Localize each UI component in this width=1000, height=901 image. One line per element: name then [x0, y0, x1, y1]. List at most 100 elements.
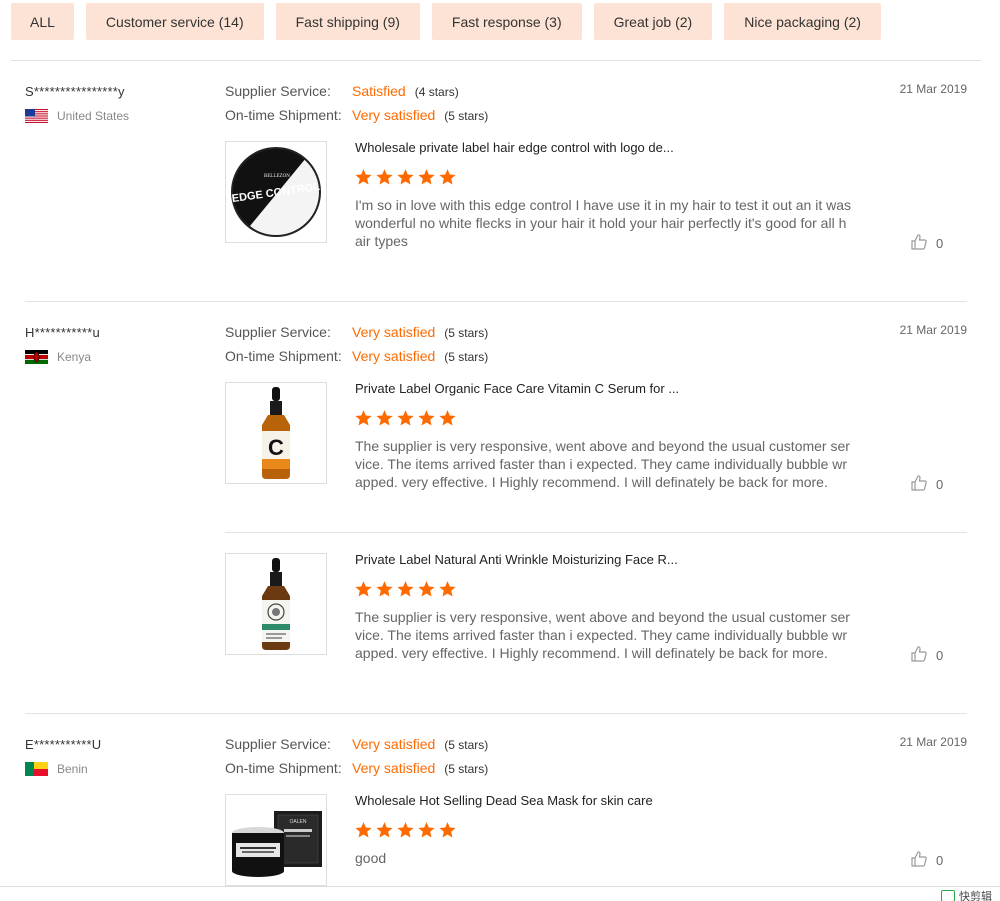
like-button[interactable]: 0	[910, 474, 943, 495]
supplier-service-stars: (5 stars)	[444, 738, 489, 752]
divider	[11, 60, 981, 61]
shipment-label: On-time Shipment:	[225, 107, 342, 123]
reviewer-country: Benin	[25, 762, 88, 776]
country-label: United States	[57, 109, 130, 123]
filter-chip-great-job[interactable]: Great job (2)	[593, 3, 713, 40]
star-icon	[355, 822, 372, 838]
like-count: 0	[936, 648, 944, 663]
like-count: 0	[936, 477, 944, 492]
supplier-service-row: Supplier Service: Very satisfied (5 star…	[225, 736, 488, 752]
star-icon	[439, 410, 456, 426]
divider	[25, 301, 967, 302]
reviewer-country: United States	[25, 109, 129, 123]
star-icon	[439, 581, 456, 597]
star-icon	[397, 822, 414, 838]
shipment-stars: (5 stars)	[444, 109, 489, 123]
review-date: 21 Mar 2019	[899, 82, 967, 96]
star-icon	[439, 822, 456, 838]
shipment-row: On-time Shipment: Very satisfied (5 star…	[225, 348, 488, 364]
review-date: 21 Mar 2019	[899, 323, 967, 337]
product-title[interactable]: Private Label Natural Anti Wrinkle Moist…	[355, 552, 678, 567]
like-button[interactable]: 0	[910, 850, 943, 871]
star-icon	[355, 169, 372, 185]
review-text: The supplier is very responsive, went ab…	[355, 438, 850, 490]
supplier-service-value: Very satisfied	[352, 736, 436, 752]
star-icon	[355, 410, 372, 426]
filter-chip-customer-service[interactable]: Customer service (14)	[85, 3, 264, 40]
anti-wrinkle-serum-bottle-image	[262, 558, 290, 650]
vitamin-c-serum-bottle-image: C	[262, 387, 290, 479]
rating-stars	[354, 580, 457, 598]
star-icon	[418, 169, 435, 185]
watermark-text: 快剪辑	[959, 891, 992, 901]
review-text: good	[355, 850, 387, 866]
reviewer-name: H***********u	[25, 325, 100, 340]
country-label: Benin	[57, 762, 88, 776]
shipment-value: Very satisfied	[352, 760, 436, 776]
product-thumbnail[interactable]: C	[225, 382, 327, 484]
star-icon	[418, 581, 435, 597]
supplier-service-stars: (5 stars)	[444, 326, 489, 340]
star-icon	[439, 169, 456, 185]
watermark: 快剪辑	[941, 888, 992, 901]
star-icon	[397, 581, 414, 597]
benin-flag-icon	[25, 762, 48, 776]
shipment-row: On-time Shipment: Very satisfied (5 star…	[225, 760, 488, 776]
shipment-label: On-time Shipment:	[225, 760, 342, 776]
brand-text: BELLEZON	[264, 174, 290, 179]
supplier-service-value: Satisfied	[352, 83, 406, 99]
reviewer-name: S****************y	[25, 84, 125, 99]
like-button[interactable]: 0	[910, 233, 943, 254]
star-icon	[418, 410, 435, 426]
review-text: The supplier is very responsive, went ab…	[355, 609, 850, 661]
product-thumbnail[interactable]	[225, 553, 327, 655]
shipment-label: On-time Shipment:	[225, 348, 342, 364]
like-button[interactable]: 0	[910, 645, 943, 666]
product-title[interactable]: Wholesale Hot Selling Dead Sea Mask for …	[355, 793, 653, 808]
filter-chip-nice-packaging[interactable]: Nice packaging (2)	[724, 3, 881, 40]
supplier-service-label: Supplier Service:	[225, 736, 331, 752]
star-icon	[376, 822, 393, 838]
like-count: 0	[936, 236, 944, 251]
divider	[225, 532, 967, 533]
shipment-value: Very satisfied	[352, 348, 436, 364]
thumbs-up-icon	[910, 850, 928, 871]
thumbs-up-icon	[910, 645, 928, 666]
divider	[25, 713, 967, 714]
shipment-stars: (5 stars)	[444, 350, 489, 364]
country-label: Kenya	[57, 350, 92, 364]
supplier-service-label: Supplier Service:	[225, 83, 331, 99]
star-icon	[397, 169, 414, 185]
kenya-flag-icon	[25, 350, 48, 364]
supplier-service-value: Very satisfied	[352, 324, 436, 340]
us-flag-icon	[25, 109, 48, 123]
review-date: 21 Mar 2019	[899, 735, 967, 749]
review-filter-bar: ALL Customer service (14) Fast shipping …	[11, 3, 881, 40]
product-thumbnail[interactable]: EDGE CONTROL BELLEZON	[225, 141, 327, 243]
product-title[interactable]: Wholesale private label hair edge contro…	[355, 140, 674, 155]
product-thumbnail[interactable]: OALEN	[225, 794, 327, 886]
supplier-service-stars: (4 stars)	[414, 85, 459, 99]
brand-text: OALEN	[290, 819, 307, 825]
bottom-bar	[0, 886, 1000, 901]
review-text: I'm so in love with this edge control I …	[355, 197, 852, 249]
shipment-stars: (5 stars)	[444, 762, 489, 776]
product-title[interactable]: Private Label Organic Face Care Vitamin …	[355, 381, 679, 396]
thumbs-up-icon	[910, 233, 928, 254]
supplier-service-row: Supplier Service: Satisfied (4 stars)	[225, 83, 459, 99]
supplier-service-label: Supplier Service:	[225, 324, 331, 340]
dead-sea-mask-jar-image: OALEN	[232, 811, 322, 877]
star-icon	[376, 169, 393, 185]
star-icon	[376, 410, 393, 426]
rating-stars	[354, 821, 457, 839]
supplier-service-row: Supplier Service: Very satisfied (5 star…	[225, 324, 488, 340]
star-icon	[418, 822, 435, 838]
rating-stars	[354, 409, 457, 427]
filter-chip-fast-response[interactable]: Fast response (3)	[431, 3, 582, 40]
filter-chip-fast-shipping[interactable]: Fast shipping (9)	[275, 3, 420, 40]
reviewer-name: E***********U	[25, 737, 102, 752]
thumbs-up-icon	[910, 474, 928, 495]
shipment-value: Very satisfied	[352, 107, 436, 123]
filter-chip-all[interactable]: ALL	[11, 3, 74, 40]
edge-control-jar-image: EDGE CONTROL BELLEZON	[231, 147, 321, 237]
